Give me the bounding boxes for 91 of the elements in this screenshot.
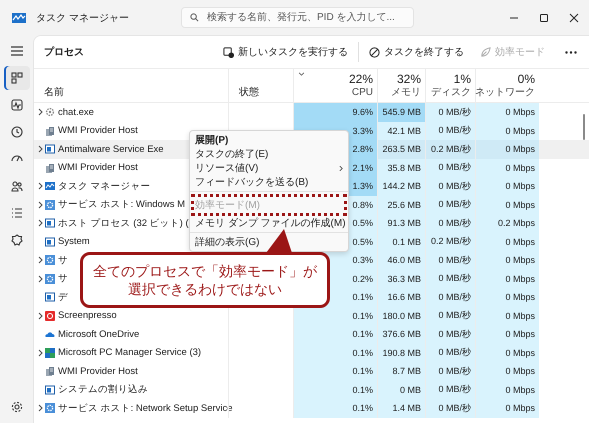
table-cell: 180.0 MB bbox=[382, 310, 421, 321]
table-cell: 0.8% bbox=[352, 200, 373, 210]
table-cell: 0.5% bbox=[352, 236, 373, 247]
process-name: Antimalware Service Exe bbox=[58, 144, 164, 155]
table-cell: 0 MB/秒 bbox=[438, 383, 471, 396]
table-cell: 0 Mbps bbox=[505, 126, 535, 136]
table-cell: 0 Mbps bbox=[505, 162, 535, 173]
process-name: サービス ホスト: Windows M bbox=[58, 198, 186, 212]
page-title: プロセス bbox=[44, 45, 84, 59]
table-cell: 0 MB/秒 bbox=[438, 161, 471, 174]
table-cell: 0.1% bbox=[352, 348, 373, 358]
table-cell: 0 MB/秒 bbox=[438, 346, 471, 360]
table-cell: 0 Mbps bbox=[505, 348, 535, 358]
table-cell: 91.3 MB bbox=[387, 218, 421, 228]
table-cell: 376.6 MB bbox=[382, 329, 421, 340]
table-cell: 0 MB/秒 bbox=[438, 180, 471, 193]
table-cell: 9.6% bbox=[352, 107, 373, 118]
table-cell: 1.3% bbox=[352, 181, 373, 192]
table-cell: 263.5 MB bbox=[382, 144, 421, 154]
table-cell: 0.1% bbox=[352, 329, 373, 340]
table-cell: 0 MB/秒 bbox=[438, 106, 471, 119]
table-cell: 35.8 MB bbox=[387, 162, 421, 173]
table-cell: 0.2 MB/秒 bbox=[430, 142, 471, 156]
table-cell: 0 Mbps bbox=[505, 236, 535, 247]
process-name: タスク マネージャー bbox=[58, 180, 151, 193]
process-name: chat.exe bbox=[58, 106, 94, 118]
table-cell: 545.9 MB bbox=[382, 107, 421, 118]
table-cell: 0.2 Mbps bbox=[498, 218, 535, 228]
table-cell: 8.7 MB bbox=[392, 366, 421, 376]
table-cell: 0 MB/秒 bbox=[438, 364, 471, 378]
table-cell: 0.2% bbox=[352, 274, 373, 284]
table-cell: 0 Mbps bbox=[505, 292, 535, 302]
process-name: システムの割り込み bbox=[58, 383, 148, 396]
column-total: 1% bbox=[454, 72, 471, 86]
process-name: Microsoft PC Manager Service (3) bbox=[58, 347, 202, 358]
window-title: タスク マネージャー bbox=[36, 12, 130, 24]
table-cell: 0 Mbps bbox=[505, 255, 535, 266]
table-cell: 0 Mbps bbox=[505, 181, 535, 192]
table-cell: 36.3 MB bbox=[387, 274, 421, 284]
column-total: 0% bbox=[518, 72, 535, 86]
table-cell: 0.1% bbox=[352, 366, 373, 376]
table-cell: 3.3% bbox=[352, 126, 373, 136]
table-cell: 0 Mbps bbox=[505, 274, 535, 284]
table-cell: 2.8% bbox=[352, 144, 373, 154]
table-cell: 1.4 MB bbox=[392, 403, 421, 414]
table-cell: 0 MB bbox=[400, 384, 421, 395]
table-cell: 0 Mbps bbox=[505, 200, 535, 210]
table-cell: 0 MB/秒 bbox=[438, 254, 471, 267]
process-name: ホスト プロセス (32 ビット) ( bbox=[58, 216, 189, 230]
table-cell: 0.2 MB/秒 bbox=[430, 235, 471, 248]
table-cell: 2.1% bbox=[352, 162, 373, 173]
process-name: Microsoft OneDrive bbox=[58, 328, 140, 340]
table-cell: 0 MB/秒 bbox=[438, 216, 471, 230]
table-cell: 0 MB/秒 bbox=[438, 402, 471, 415]
process-name: System bbox=[58, 236, 90, 248]
table-cell: 0 Mbps bbox=[505, 144, 535, 154]
table-cell: 144.2 MB bbox=[382, 181, 421, 192]
table-cell: 16.6 MB bbox=[387, 292, 421, 302]
table-cell: 0 MB/秒 bbox=[438, 272, 471, 286]
table-cell: 46.0 MB bbox=[387, 255, 421, 266]
process-name: WMI Provider Host bbox=[58, 366, 138, 377]
process-name: サ bbox=[58, 254, 68, 267]
table-cell: 0.1% bbox=[352, 292, 373, 302]
table-cell: 0 Mbps bbox=[505, 366, 535, 376]
process-name: Screenpresso bbox=[58, 310, 117, 322]
table-cell: 0 MB/秒 bbox=[438, 124, 471, 138]
table-cell: 0 Mbps bbox=[505, 107, 535, 118]
table-cell: 0 Mbps bbox=[505, 329, 535, 340]
table-cell: 0.1% bbox=[352, 384, 373, 395]
column-total: 22% bbox=[348, 72, 373, 86]
process-name: WMI Provider Host bbox=[58, 162, 138, 174]
table-cell: 0.1 MB bbox=[392, 236, 421, 247]
table-cell: 25.6 MB bbox=[387, 200, 421, 210]
table-cell: 0 Mbps bbox=[505, 403, 535, 414]
table-cell: 0 MB/秒 bbox=[438, 328, 471, 341]
table-cell: 0 MB/秒 bbox=[438, 309, 471, 322]
table-cell: 190.8 MB bbox=[382, 348, 421, 358]
process-name: WMI Provider Host bbox=[58, 125, 138, 136]
table-cell: 42.1 MB bbox=[387, 126, 421, 136]
table-cell: 0 Mbps bbox=[505, 310, 535, 321]
table-cell: 0.1% bbox=[352, 310, 373, 321]
table-cell: 0 MB/秒 bbox=[438, 290, 471, 304]
table-cell: 0 Mbps bbox=[505, 384, 535, 395]
table-cell: 0.1% bbox=[352, 403, 373, 414]
table-cell: 0.3% bbox=[352, 255, 373, 266]
table-cell: 0 MB/秒 bbox=[438, 198, 471, 212]
callout-text: 全てのプロセスで「効率モード」が選択できるわけではない bbox=[92, 262, 318, 298]
column-total: 32% bbox=[396, 72, 421, 86]
table-cell: 0.5% bbox=[352, 218, 373, 228]
process-name: サ bbox=[58, 272, 68, 286]
process-name: デ bbox=[58, 290, 68, 304]
